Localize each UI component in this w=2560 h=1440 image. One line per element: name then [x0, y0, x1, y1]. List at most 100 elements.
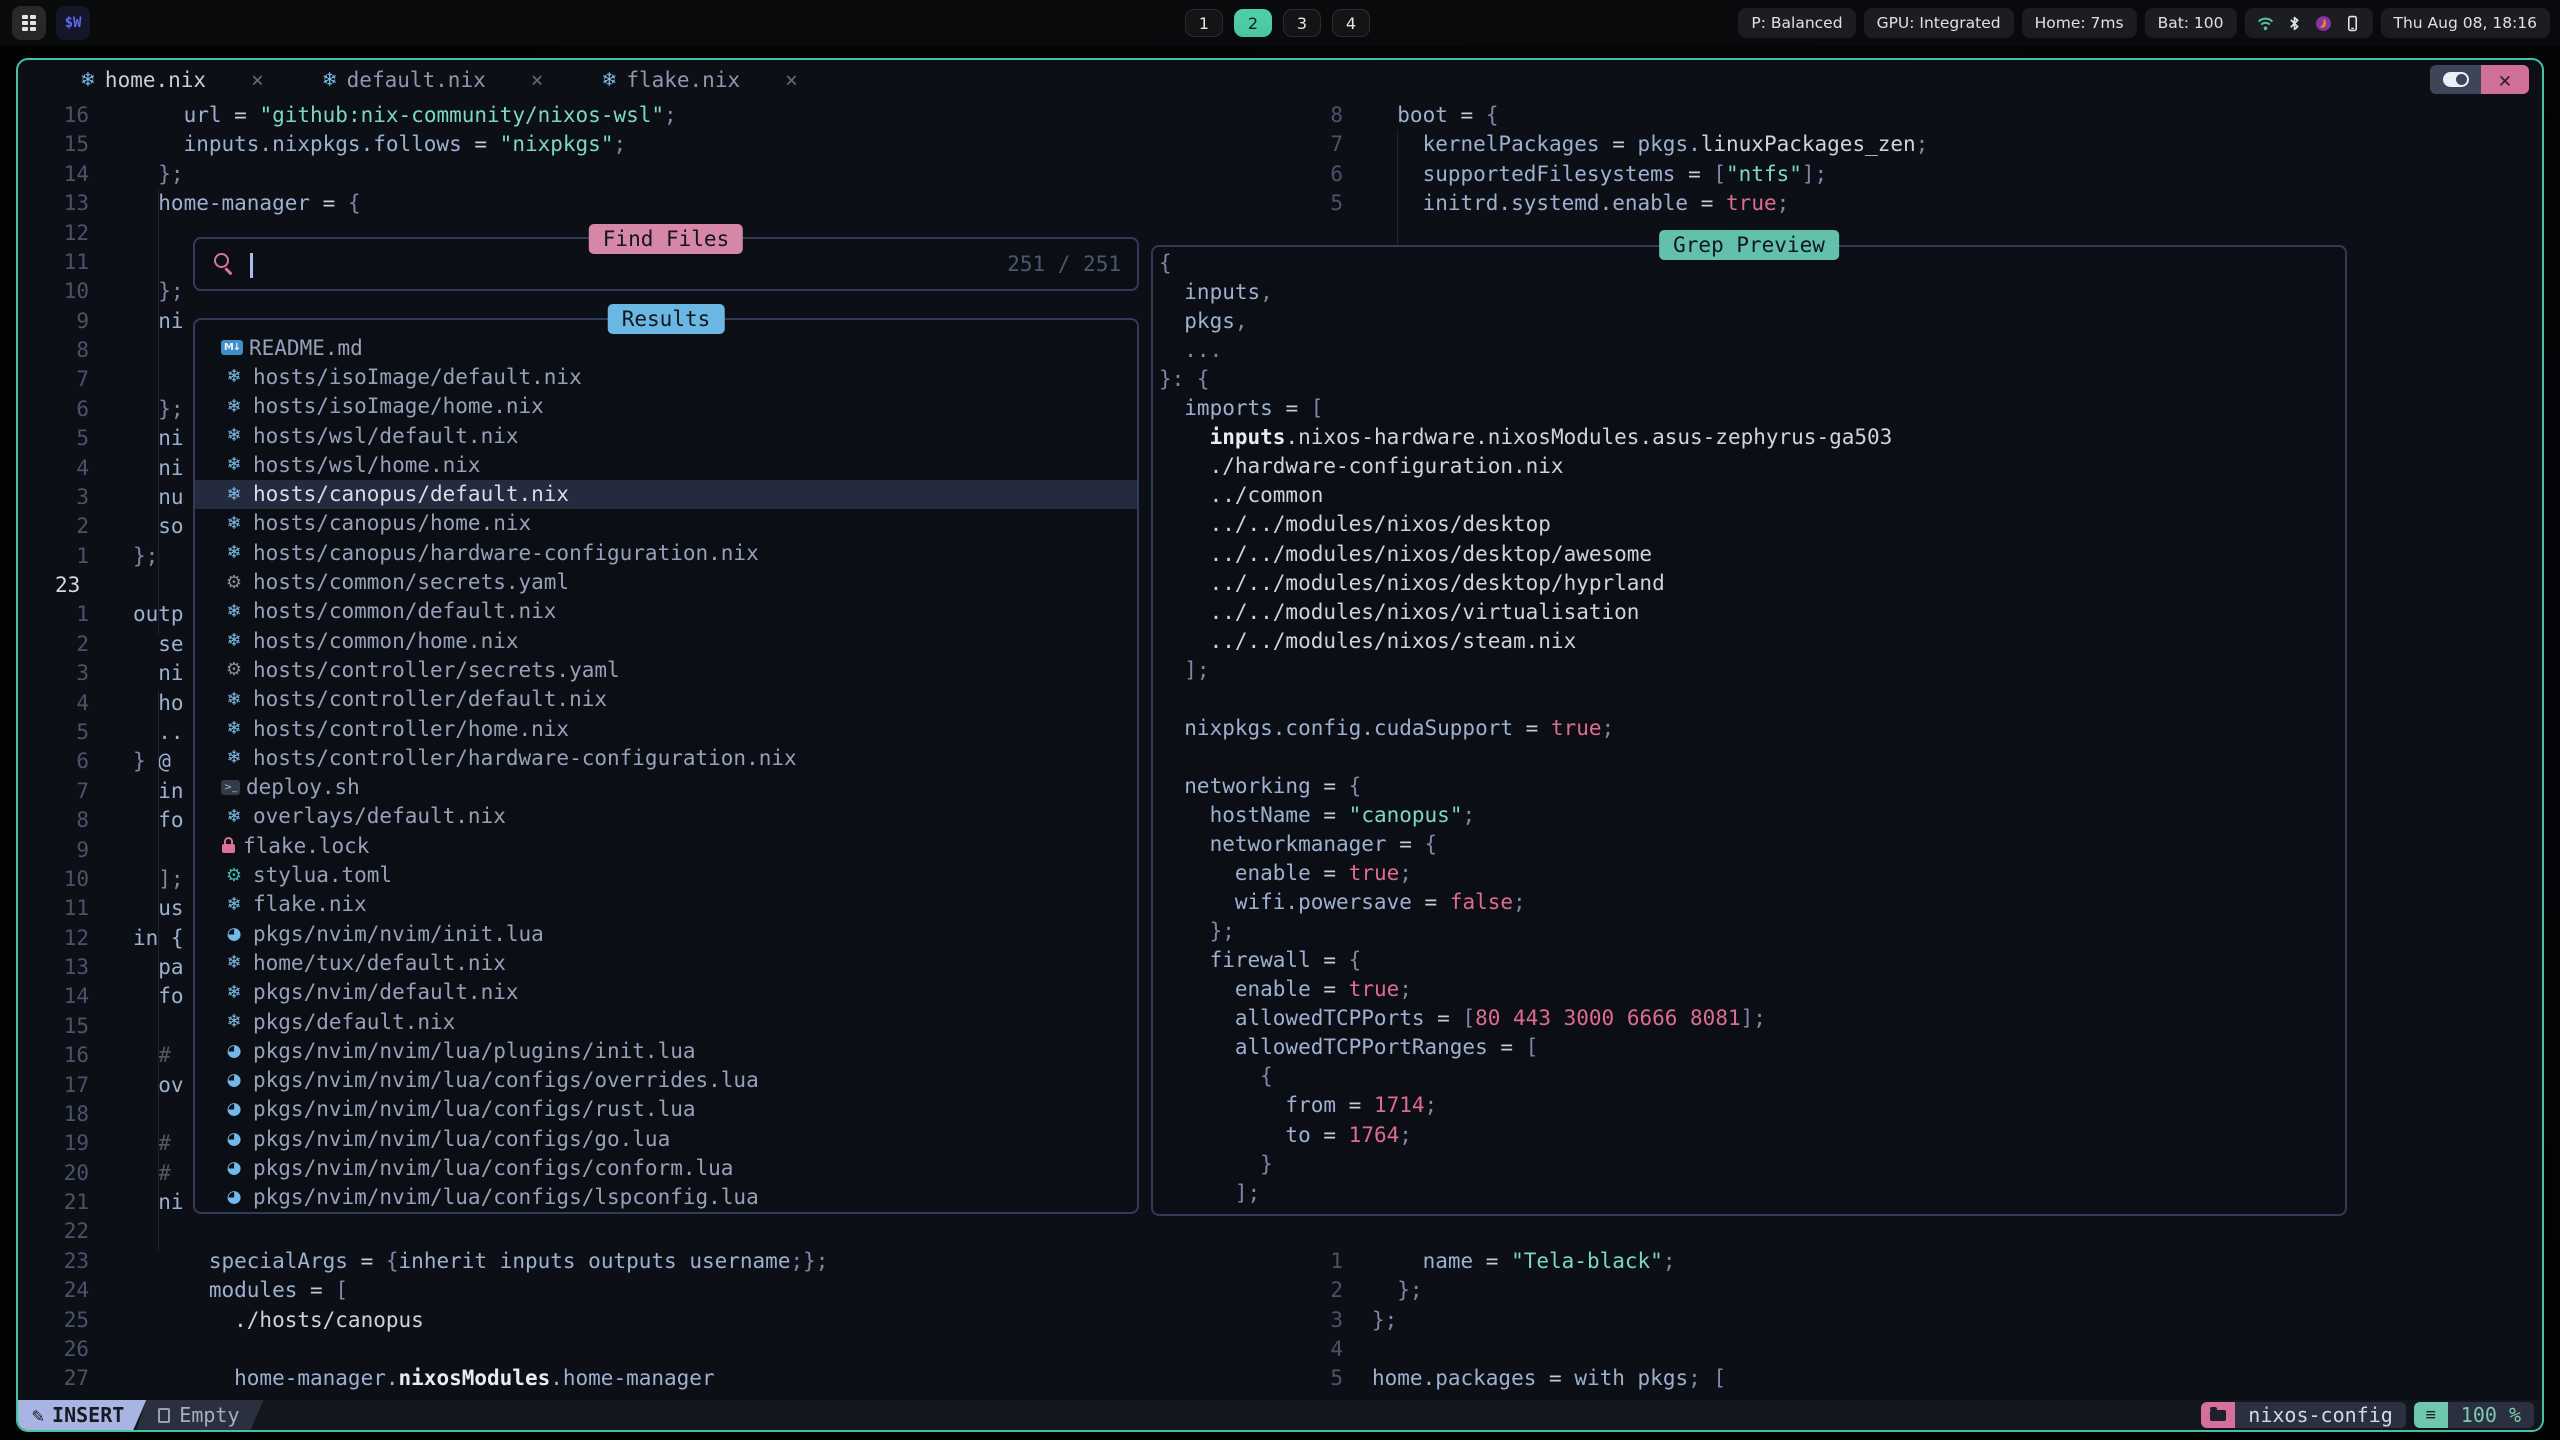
launcher-button[interactable] — [12, 6, 46, 40]
code-line[interactable]: initrd.systemd.enable = true; — [1372, 189, 1789, 218]
result-item[interactable]: ❄hosts/canopus/hardware-configuration.ni… — [195, 538, 1137, 567]
tab-close-icon[interactable]: × — [785, 68, 798, 92]
toml-file-icon: ⚙ — [221, 865, 247, 886]
result-item[interactable]: ❄hosts/controller/default.nix — [195, 685, 1137, 714]
result-item[interactable]: ⚙ stylua.toml — [195, 860, 1137, 889]
result-item[interactable]: ❄hosts/wsl/default.nix — [195, 421, 1137, 450]
code-line[interactable]: # — [133, 1159, 171, 1188]
result-item[interactable]: ⚙hosts/controller/secrets.yaml — [195, 655, 1137, 684]
code-line[interactable]: supportedFilesystems = ["ntfs"]; — [1372, 160, 1827, 189]
nix-file-icon: ❄ — [221, 425, 247, 446]
code-line[interactable]: }; — [1372, 1306, 1397, 1335]
result-item[interactable]: ❄pkgs/default.nix — [195, 1007, 1137, 1036]
result-item[interactable]: ⚙ hosts/common/secrets.yaml — [195, 567, 1137, 596]
tab-close-icon[interactable]: × — [531, 68, 544, 92]
result-item[interactable]: ◕pkgs/nvim/nvim/lua/configs/go.lua — [195, 1124, 1137, 1153]
status-module[interactable]: Home: 7ms — [2022, 8, 2137, 38]
result-item[interactable]: ◕pkgs/nvim/nvim/lua/configs/conform.lua — [195, 1153, 1137, 1182]
line-number: 20 — [36, 1159, 89, 1188]
tab-label: home.nix — [105, 68, 206, 92]
code-line[interactable]: ./hosts/canopus — [133, 1306, 424, 1335]
line-number: 27 — [36, 1364, 89, 1393]
code-line[interactable]: inputs.nixpkgs.follows = "nixpkgs"; — [133, 130, 626, 159]
code-line[interactable]: specialArgs = {inherit inputs outputs us… — [133, 1247, 828, 1276]
result-filename: hosts/controller/hardware-configuration.… — [253, 746, 797, 770]
code-line[interactable]: }; — [133, 160, 184, 189]
result-filename: hosts/common/secrets.yaml — [253, 570, 569, 594]
result-item[interactable]: ❄hosts/canopus/home.nix — [195, 509, 1137, 538]
code-line[interactable]: } @ — [133, 747, 171, 776]
result-item[interactable]: ❄hosts/controller/hardware-configuration… — [195, 743, 1137, 772]
tab-default.nix[interactable]: ❄default.nix× — [322, 60, 544, 100]
result-item[interactable]: ❄hosts/common/home.nix — [195, 626, 1137, 655]
indent-guide — [158, 190, 159, 635]
phone-icon[interactable] — [2344, 15, 2361, 32]
preview-line: } — [1159, 1150, 1273, 1179]
code-line[interactable]: home-manager = { — [133, 189, 361, 218]
code-line[interactable]: name = "Tela-black"; — [1372, 1247, 1675, 1276]
line-number: 23 — [36, 571, 89, 600]
status-module[interactable]: GPU: Integrated — [1864, 8, 2014, 38]
result-item[interactable]: ❄pkgs/nvim/default.nix — [195, 978, 1137, 1007]
workspace-button-1[interactable]: 1 — [1185, 9, 1223, 37]
logo-button[interactable]: $W — [56, 6, 90, 40]
result-item[interactable]: >_deploy.sh — [195, 773, 1137, 802]
line-number: 5 — [36, 424, 89, 453]
result-item[interactable]: ❄home/tux/default.nix — [195, 948, 1137, 977]
tab-home.nix[interactable]: ❄home.nix× — [80, 60, 264, 100]
result-item[interactable]: ❄flake.nix — [195, 890, 1137, 919]
status-module[interactable]: P: Balanced — [1738, 8, 1855, 38]
window-close-button[interactable]: ✕ — [2481, 65, 2529, 94]
result-item[interactable]: ❄hosts/isoImage/default.nix — [195, 362, 1137, 391]
preview-line: networking = { — [1159, 772, 1361, 801]
wifi-icon[interactable] — [2257, 15, 2274, 32]
result-item[interactable]: ◕pkgs/nvim/nvim/init.lua — [195, 919, 1137, 948]
yaml-file-icon: ⚙ — [221, 572, 247, 593]
code-line[interactable]: home.packages = with pkgs; [ — [1372, 1364, 1726, 1393]
clock-module[interactable]: Thu Aug 08, 18:16 — [2381, 8, 2550, 38]
result-item[interactable]: ◕pkgs/nvim/nvim/lua/configs/rust.lua — [195, 1095, 1137, 1124]
workspace-button-4[interactable]: 4 — [1332, 9, 1370, 37]
nix-icon: ❄ — [322, 69, 338, 91]
tab-flake.nix[interactable]: ❄flake.nix× — [601, 60, 797, 100]
line-number: 2 — [36, 512, 89, 541]
code-line[interactable]: kernelPackages = pkgs.linuxPackages_zen; — [1372, 130, 1928, 159]
result-item[interactable]: ◕pkgs/nvim/nvim/lua/configs/overrides.lu… — [195, 1066, 1137, 1095]
line-number: 26 — [36, 1335, 89, 1364]
code-line[interactable]: ni — [133, 659, 184, 688]
result-item[interactable]: ❄hosts/canopus/default.nix — [195, 480, 1137, 509]
result-item[interactable]: ❄hosts/isoImage/home.nix — [195, 392, 1137, 421]
code-line[interactable]: home-manager.nixosModules.home-manager — [133, 1364, 715, 1393]
code-line[interactable]: }; — [133, 542, 158, 571]
workspace-button-3[interactable]: 3 — [1283, 9, 1321, 37]
result-item[interactable]: ◕pkgs/nvim/nvim/lua/plugins/init.lua — [195, 1036, 1137, 1065]
pin-toggle-button[interactable] — [2430, 65, 2481, 94]
status-module[interactable]: Bat: 100 — [2145, 8, 2237, 38]
result-item[interactable]: ❄hosts/wsl/home.nix — [195, 450, 1137, 479]
line-number: 11 — [36, 248, 89, 277]
result-filename: hosts/canopus/home.nix — [253, 511, 531, 535]
code-line[interactable]: url = "github:nix-community/nixos-wsl"; — [133, 101, 677, 130]
result-item[interactable]: flake.lock — [195, 831, 1137, 860]
finder-title-badge: Find Files — [589, 224, 743, 254]
result-item[interactable]: ❄hosts/common/default.nix — [195, 597, 1137, 626]
bluetooth-icon[interactable] — [2286, 15, 2303, 32]
privacy-icon[interactable] — [2315, 15, 2332, 32]
workspace-button-2[interactable]: 2 — [1234, 9, 1272, 37]
result-item[interactable]: ◕pkgs/nvim/nvim/lua/configs/lspconfig.lu… — [195, 1183, 1137, 1212]
code-line[interactable]: # — [133, 1129, 171, 1158]
code-line[interactable]: }; — [1372, 1276, 1423, 1305]
logo-text: $W — [65, 15, 82, 31]
system-tray[interactable] — [2245, 8, 2373, 38]
code-line[interactable]: modules = [ — [133, 1276, 348, 1305]
result-filename: README.md — [249, 336, 363, 360]
nix-file-icon: ❄ — [221, 484, 247, 505]
tab-close-icon[interactable]: × — [251, 68, 264, 92]
code-line[interactable]: boot = { — [1372, 101, 1498, 130]
preview-line: firewall = { — [1159, 946, 1361, 975]
result-item[interactable]: ❄overlays/default.nix — [195, 802, 1137, 831]
code-line[interactable]: # — [133, 1041, 171, 1070]
result-filename: stylua.toml — [253, 863, 392, 887]
result-item[interactable]: ❄hosts/controller/home.nix — [195, 714, 1137, 743]
result-item[interactable]: M↓README.md — [195, 333, 1137, 362]
